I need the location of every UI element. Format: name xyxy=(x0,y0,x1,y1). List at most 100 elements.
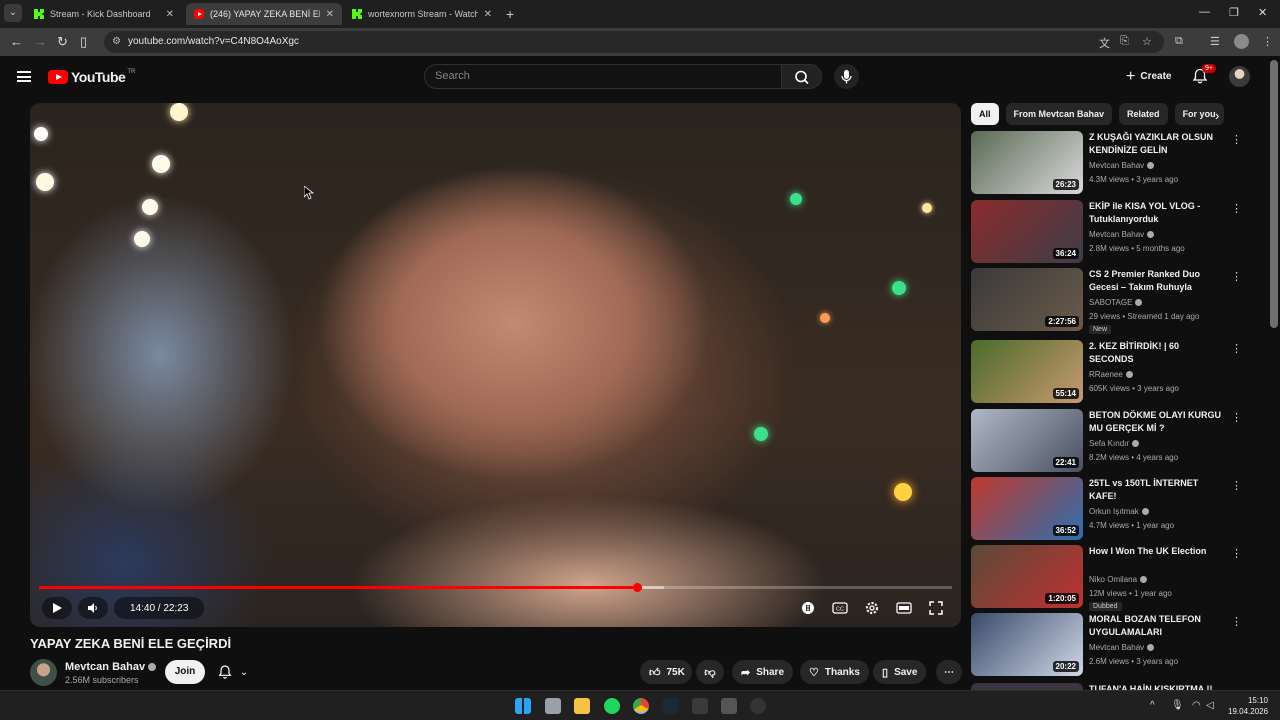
reload-icon[interactable]: ↻ xyxy=(57,34,68,50)
video-thumbnail[interactable]: 36:52 xyxy=(971,477,1083,540)
recommendation-title[interactable]: EKİP ile KISA YOL VLOG - Tutuklanıyorduk xyxy=(1089,200,1225,226)
recommendation-title[interactable]: How I Won The UK Election xyxy=(1089,545,1225,558)
chevron-up-icon[interactable]: ^ xyxy=(1150,700,1155,711)
recommendation-item[interactable]: 36:24 EKİP ile KISA YOL VLOG - Tutuklanıy… xyxy=(971,200,1242,264)
close-icon[interactable]: ✕ xyxy=(166,9,174,20)
close-icon[interactable]: ✕ xyxy=(326,9,334,20)
video-thumbnail[interactable]: 20:22 xyxy=(971,613,1083,676)
progress-bar[interactable] xyxy=(39,583,952,592)
cast-icon[interactable]: ⎘ xyxy=(1120,35,1129,48)
recommendation-channel[interactable]: RRaenee xyxy=(1089,370,1133,379)
recommendation-item[interactable]: 22:41 BETON DÖKME OLAYI KURGU MU GERÇEK M… xyxy=(971,409,1242,473)
play-button[interactable] xyxy=(42,597,72,619)
settings-button[interactable] xyxy=(861,599,883,617)
task-view-icon[interactable] xyxy=(545,698,561,714)
more-vertical-icon[interactable]: ⋮ xyxy=(1231,615,1242,628)
youtube-logo[interactable]: YouTube TR xyxy=(48,69,135,85)
video-thumbnail[interactable]: 36:24 xyxy=(971,200,1083,263)
autoplay-toggle[interactable] xyxy=(797,599,819,617)
more-vertical-icon[interactable]: ⋮ xyxy=(1231,270,1242,283)
close-window-button[interactable]: ✕ xyxy=(1258,6,1267,19)
voice-search-button[interactable] xyxy=(834,64,859,89)
chevron-right-icon[interactable]: › xyxy=(1215,108,1219,123)
recommendation-channel[interactable]: Niko Omilana xyxy=(1089,575,1148,584)
browser-profile-avatar[interactable] xyxy=(1234,34,1249,49)
recommendation-channel[interactable]: SABOTAGE xyxy=(1089,298,1143,307)
recommendation-title[interactable]: BETON DÖKME OLAYI KURGU MU GERÇEK Mİ ? xyxy=(1089,409,1225,435)
subtitles-button[interactable]: CC xyxy=(829,599,851,617)
search-button[interactable] xyxy=(781,64,822,89)
browser-tab[interactable]: Stream - Kick Dashboard ✕ xyxy=(26,3,182,25)
recommendation-item[interactable]: 2:27:56 CS 2 Premier Ranked Duo Gecesi – … xyxy=(971,268,1242,334)
minimize-button[interactable]: — xyxy=(1199,6,1210,18)
recommendation-title[interactable]: 2. KEZ BİTİRDİK! | 60 SECONDS xyxy=(1089,340,1225,366)
tab-search-button[interactable]: ⌄ xyxy=(4,4,22,22)
more-vertical-icon[interactable]: ⋮ xyxy=(1231,133,1242,146)
recommendation-item[interactable]: 55:14 2. KEZ BİTİRDİK! | 60 SECONDS RRaene… xyxy=(971,340,1242,404)
recommendation-title[interactable]: MORAL BOZAN TELEFON UYGULAMALARI xyxy=(1089,613,1225,639)
system-clock[interactable]: 15:10 19.04.2026 xyxy=(1228,695,1268,717)
video-player[interactable]: 14:40 / 22:23 CC xyxy=(30,103,961,627)
menu-icon[interactable] xyxy=(17,71,31,82)
theater-mode-button[interactable] xyxy=(893,599,915,617)
recommendation-channel[interactable]: Sefa Kındır xyxy=(1089,439,1140,448)
reading-list-icon[interactable]: ☰ xyxy=(1210,35,1220,48)
channel-avatar[interactable] xyxy=(30,659,57,686)
subscription-notifications-button[interactable]: ⌄ xyxy=(211,660,255,684)
page-scrollbar[interactable] xyxy=(1270,60,1278,328)
recommendation-item[interactable]: 1:20:05 How I Won The UK Election Niko Omi… xyxy=(971,545,1242,611)
recommendation-title[interactable]: Z KUŞAĞI YAZIKLAR OLSUN KENDİNİZE GELİN xyxy=(1089,131,1225,157)
share-button[interactable]: ➦ Share xyxy=(732,660,794,684)
obs-icon[interactable] xyxy=(750,698,766,714)
more-vertical-icon[interactable]: ⋮ xyxy=(1231,342,1242,355)
more-vertical-icon[interactable]: ⋮ xyxy=(1231,479,1242,492)
more-vertical-icon[interactable]: ⋮ xyxy=(1231,202,1242,215)
like-button[interactable]: 👍︎ 75K xyxy=(640,660,692,684)
browser-tab-active[interactable]: (246) YAPAY ZEKA BENİ ELE GEÇ ✕ xyxy=(186,3,342,25)
forward-icon[interactable]: → xyxy=(34,34,47,49)
dislike-button[interactable]: 👎︎ xyxy=(696,660,724,684)
recommendation-channel[interactable]: Mevtcan Bahav xyxy=(1089,230,1155,239)
address-bar[interactable]: ⚙ youtube.com/watch?v=C4N8O4AoXgc xyxy=(104,31,1164,53)
save-button[interactable]: ▯ Save xyxy=(873,660,927,684)
chip-from-channel[interactable]: From Mevtcan Bahav xyxy=(1005,103,1113,125)
recommendation-item[interactable]: 36:52 25TL vs 150TL İNTERNET KAFE! Orkun I… xyxy=(971,477,1242,541)
file-explorer-icon[interactable] xyxy=(574,698,590,714)
thanks-button[interactable]: ♡ Thanks xyxy=(800,660,869,684)
account-avatar[interactable] xyxy=(1229,66,1250,87)
spotify-icon[interactable] xyxy=(604,698,620,714)
video-thumbnail[interactable]: 22:41 xyxy=(971,409,1083,472)
microphone-icon[interactable]: 🎙︎ xyxy=(1171,700,1184,711)
recommendation-channel[interactable]: Mevtcan Bahav xyxy=(1089,643,1155,652)
join-button[interactable]: Join xyxy=(165,660,205,684)
chip-all[interactable]: All xyxy=(971,103,999,125)
site-info-icon[interactable]: ⚙ xyxy=(112,31,121,53)
recommendation-title[interactable]: 25TL vs 150TL İNTERNET KAFE! xyxy=(1089,477,1225,503)
more-vertical-icon[interactable]: ⋮ xyxy=(1231,547,1242,560)
recommendation-channel[interactable]: Mevtcan Bahav xyxy=(1089,161,1155,170)
recommendation-channel[interactable]: Orkun Işıtmak xyxy=(1089,507,1149,516)
more-actions-button[interactable]: ⋯ xyxy=(936,660,962,684)
back-icon[interactable]: ← xyxy=(10,34,23,49)
steam-icon[interactable] xyxy=(662,698,678,714)
recommendation-item[interactable]: 26:23 Z KUŞAĞI YAZIKLAR OLSUN KENDİNİZE G… xyxy=(971,131,1242,195)
app-icon[interactable] xyxy=(721,698,737,714)
video-thumbnail[interactable]: 55:14 xyxy=(971,340,1083,403)
video-thumbnail[interactable]: 2:27:56 xyxy=(971,268,1083,331)
fullscreen-button[interactable] xyxy=(925,599,947,617)
create-button[interactable]: + Create xyxy=(1118,64,1179,89)
chrome-icon[interactable] xyxy=(633,698,649,714)
video-thumbnail[interactable]: 1:20:05 xyxy=(971,545,1083,608)
browser-tab[interactable]: wortexnorm Stream - Watch Li ✕ xyxy=(344,3,500,25)
extensions-icon[interactable]: ⧉ xyxy=(1175,35,1183,48)
maximize-button[interactable]: ❐ xyxy=(1229,6,1239,19)
search-input[interactable]: Search xyxy=(424,64,782,89)
more-vertical-icon[interactable]: ⋮ xyxy=(1231,411,1242,424)
recommendation-item[interactable]: 20:22 MORAL BOZAN TELEFON UYGULAMALARI Mev… xyxy=(971,613,1242,677)
split-view-icon[interactable]: ▯ xyxy=(80,34,87,50)
progress-scrubber[interactable] xyxy=(633,583,642,592)
new-tab-button[interactable]: + xyxy=(506,6,514,22)
recommendation-title[interactable]: CS 2 Premier Ranked Duo Gecesi – Takım R… xyxy=(1089,268,1225,294)
chip-related[interactable]: Related xyxy=(1119,103,1168,125)
speaker-icon[interactable]: ◁ xyxy=(1206,700,1214,711)
